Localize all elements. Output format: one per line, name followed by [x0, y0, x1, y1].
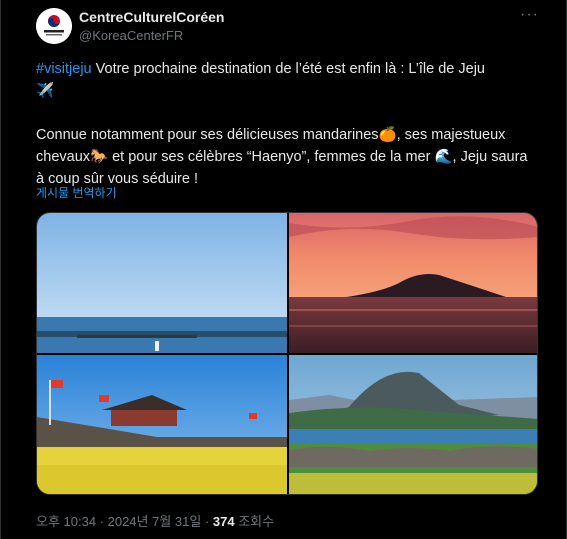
wave-icon: 🌊: [434, 149, 453, 165]
horse-icon: 🐎: [90, 149, 109, 165]
tweet-line-1: #visitjeju Votre prochaine destination d…: [36, 58, 536, 80]
views-label: 조회수: [234, 514, 275, 529]
account-handle[interactable]: @KoreaCenterFR: [79, 28, 183, 43]
tweet-meta: 오후 10:34 · 2024년 7월 31일 · 374 조회수: [36, 511, 274, 530]
timestamp[interactable]: 오후 10:34 · 2024년 7월 31일 ·: [36, 514, 213, 529]
tweet-line-emoji: ✈️: [36, 80, 536, 102]
translate-post-link[interactable]: 게시물 번역하기: [36, 184, 117, 201]
hashtag-link[interactable]: #visitjeju: [36, 61, 92, 77]
korea-center-logo-icon: [36, 8, 72, 44]
view-count: 374: [212, 514, 235, 529]
tweet-p2-a: Connue notamment pour ses délicieuses ma…: [36, 127, 379, 143]
tweet-text: #visitjeju Votre prochaine destination d…: [36, 58, 536, 190]
photo-sea[interactable]: [37, 213, 287, 353]
orange-icon: 🍊: [378, 127, 397, 143]
photo-mountain[interactable]: [289, 355, 537, 494]
photo-fortress[interactable]: [37, 355, 287, 494]
more-options-icon[interactable]: ···: [520, 6, 539, 24]
photo-sunset[interactable]: [289, 213, 537, 353]
tweet-line-1-text: Votre prochaine destination de l’été est…: [91, 61, 485, 77]
tweet-p2-c: et pour ses célèbres “Haenyo”, femmes de…: [108, 149, 435, 165]
tweet-container: CentreCulturelCoréen @KoreaCenterFR ··· …: [0, 0, 567, 539]
airplane-icon: ✈️: [36, 83, 55, 99]
account-avatar[interactable]: [36, 8, 72, 44]
tweet-paragraph-2: Connue notamment pour ses délicieuses ma…: [36, 124, 536, 190]
media-grid: [36, 212, 538, 495]
tweet-spacer: [36, 102, 536, 124]
account-name[interactable]: CentreCulturelCoréen: [79, 9, 224, 25]
